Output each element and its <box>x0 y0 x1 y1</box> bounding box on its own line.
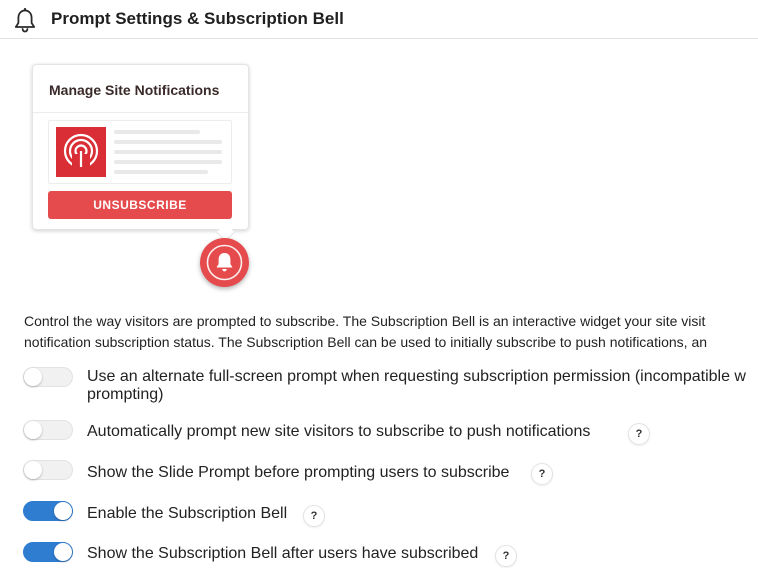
bell-icon <box>14 8 36 33</box>
placeholder-line <box>114 150 222 154</box>
placeholder-line <box>114 160 222 164</box>
help-icon[interactable]: ? <box>303 505 325 527</box>
unsubscribe-button[interactable]: UNSUBSCRIBE <box>48 191 232 219</box>
toggle-knob <box>54 543 72 561</box>
divider <box>33 112 248 113</box>
settings-description: Control the way visitors are prompted to… <box>24 311 758 353</box>
page-header: Prompt Settings & Subscription Bell <box>0 0 758 39</box>
auto-prompt-toggle[interactable] <box>23 420 73 440</box>
help-icon[interactable]: ? <box>531 463 553 485</box>
bell-icon <box>206 244 243 281</box>
setting-label: Automatically prompt new site visitors t… <box>87 423 591 440</box>
toggle-knob <box>24 368 42 386</box>
enable-bell-toggle[interactable] <box>23 501 73 521</box>
placeholder-line <box>114 130 200 134</box>
placeholder-line <box>114 170 208 174</box>
setting-label: Show the Subscription Bell after users h… <box>87 545 479 562</box>
broadcast-icon <box>56 127 106 177</box>
page-title: Prompt Settings & Subscription Bell <box>51 9 344 28</box>
toggle-knob <box>24 461 42 479</box>
slide-prompt-toggle[interactable] <box>23 460 73 480</box>
setting-label: Enable the Subscription Bell <box>87 505 288 522</box>
setting-label: Use an alternate full-screen prompt when… <box>87 368 746 404</box>
fullscreen-prompt-toggle[interactable] <box>23 367 73 387</box>
description-line: Control the way visitors are prompted to… <box>24 313 706 329</box>
help-icon[interactable]: ? <box>628 423 650 445</box>
subscription-bell-button[interactable] <box>200 238 249 287</box>
setting-label: Show the Slide Prompt before prompting u… <box>87 464 510 481</box>
placeholder-line <box>114 140 222 144</box>
toggle-knob <box>24 421 42 439</box>
setting-label-line: Use an alternate full-screen prompt when… <box>87 368 746 385</box>
description-line: notification subscription status. The Su… <box>24 334 708 350</box>
bell-after-subscribe-toggle[interactable] <box>23 542 73 562</box>
setting-label-line: prompting) <box>87 386 164 403</box>
toggle-knob <box>54 502 72 520</box>
notification-preview-card: Manage Site Notifications UNSUBSCRIBE <box>32 64 249 230</box>
settings-page: Prompt Settings & Subscription Bell Mana… <box>0 0 758 568</box>
help-icon[interactable]: ? <box>495 545 517 567</box>
site-preview <box>48 120 232 184</box>
card-title: Manage Site Notifications <box>49 82 220 98</box>
